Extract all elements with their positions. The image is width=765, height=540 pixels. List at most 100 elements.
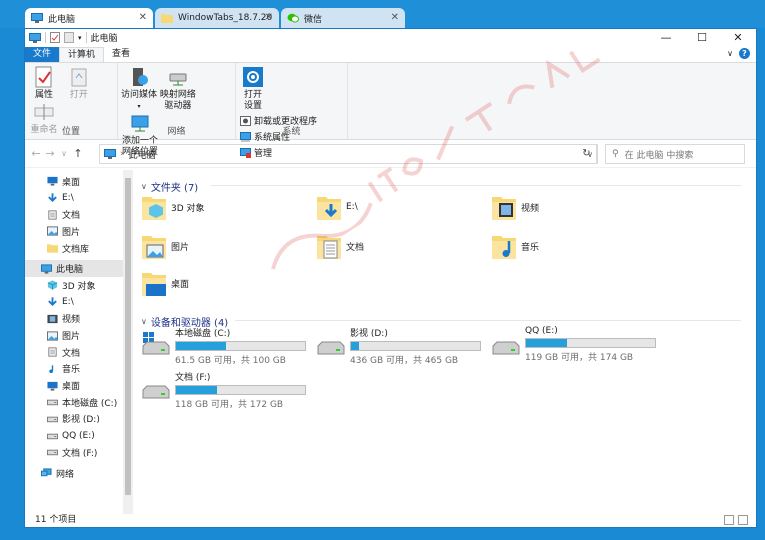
sidebar-item[interactable]: 文档 xyxy=(25,344,133,361)
sidebar-item[interactable]: 此电脑 xyxy=(25,260,133,278)
chevron-down-icon[interactable]: ∨ xyxy=(141,182,147,191)
breadcrumb[interactable]: 此电脑 xyxy=(129,148,156,161)
address-bar[interactable]: › 此电脑 ∨ xyxy=(99,144,597,164)
sidebar-item[interactable]: E:\ xyxy=(25,294,133,311)
drive-info: 影视 (D:) 436 GB 可用，共 465 GB xyxy=(350,326,481,366)
sidebar-item[interactable]: 桌面✦ xyxy=(25,173,133,190)
drive-usage-fill xyxy=(351,342,359,350)
sidebar-item[interactable]: 音乐 xyxy=(25,361,133,378)
folder-label: E:\ xyxy=(346,202,358,212)
search-input[interactable]: ⚲ 在 此电脑 中搜索 xyxy=(605,144,745,164)
close-icon[interactable]: ✕ xyxy=(139,12,147,23)
sidebar-item-label: E:\ xyxy=(62,297,74,308)
chevron-down-icon[interactable]: ∨ xyxy=(141,317,147,326)
customize-dropdown[interactable]: ▾ xyxy=(78,34,82,42)
document-icon xyxy=(47,210,58,220)
scrollbar-thumb[interactable] xyxy=(125,178,131,495)
drive-icon xyxy=(47,397,58,407)
close-button[interactable]: ✕ xyxy=(720,29,756,46)
back-button[interactable]: ← xyxy=(29,147,43,160)
map-drive-label: 映射网络 驱动器 xyxy=(159,90,196,111)
tab-wechat[interactable]: 微信 ✕ xyxy=(281,8,405,28)
sidebar-item-label: 文档库 xyxy=(62,244,90,255)
sidebar-item[interactable]: E:\✦ xyxy=(25,190,133,207)
folder-label: 3D 对象 xyxy=(171,203,205,214)
drive-item[interactable]: QQ (E:) 119 GB 可用，共 174 GB xyxy=(491,326,656,363)
drive-item[interactable]: 文档 (F:) 118 GB 可用，共 172 GB xyxy=(141,370,306,410)
sidebar-item[interactable]: 视频 xyxy=(25,311,133,328)
sidebar-item[interactable]: 文档✦ xyxy=(25,206,133,223)
sidebar-item[interactable]: 网络 xyxy=(25,465,133,482)
tab-file[interactable]: 文件 xyxy=(25,47,60,62)
open-button[interactable]: 打开 xyxy=(64,66,94,101)
folder-item[interactable]: 桌面 xyxy=(141,268,189,298)
tab-computer[interactable]: 计算机 xyxy=(59,47,105,62)
gear-icon xyxy=(243,67,263,87)
open-settings-button[interactable]: 打开 设置 xyxy=(240,66,266,112)
tab-view[interactable]: 查看 xyxy=(104,47,138,62)
help-icon[interactable]: ? xyxy=(739,48,750,59)
desktop-icon xyxy=(141,268,167,298)
sidebar-item-label: 桌面 xyxy=(62,382,81,393)
drive-usage-bar xyxy=(525,338,656,348)
folder-item[interactable]: 视频 xyxy=(491,192,539,222)
drive-item[interactable]: 本地磁盘 (C:) 61.5 GB 可用，共 100 GB xyxy=(141,326,306,366)
folder-item[interactable]: E:\ xyxy=(316,192,358,222)
sidebar-item[interactable]: 影视 (D:) xyxy=(25,411,133,428)
drive-icon xyxy=(47,447,58,457)
maximize-button[interactable]: ☐ xyxy=(684,29,720,46)
computer-icon xyxy=(31,13,43,23)
sidebar-item-label: 此电脑 xyxy=(56,265,84,276)
folder-item[interactable]: 3D 对象 xyxy=(141,192,205,222)
folder-label: 文档 xyxy=(346,242,365,253)
folder-label: 桌面 xyxy=(171,279,190,290)
up-button[interactable]: ↑ xyxy=(71,147,85,160)
folder-item[interactable]: 图片 xyxy=(141,231,189,261)
close-icon[interactable]: ✕ xyxy=(391,12,399,23)
item-count: 11 个项目 xyxy=(35,515,77,525)
tab-this-pc[interactable]: 此电脑 ✕ xyxy=(25,8,153,28)
drive-item[interactable]: 影视 (D:) 436 GB 可用，共 465 GB xyxy=(316,326,481,366)
expand-ribbon-icon[interactable]: ∨ xyxy=(727,49,733,58)
access-media-button[interactable]: 访问媒体 ▾ xyxy=(121,66,157,112)
properties-icon[interactable] xyxy=(50,32,60,43)
divider xyxy=(235,320,741,321)
sidebar-item[interactable]: 文档库✦ xyxy=(25,240,133,257)
sidebar-item[interactable]: 桌面 xyxy=(25,377,133,394)
properties-button[interactable]: 属性 xyxy=(29,66,59,101)
folder-icon xyxy=(161,14,173,23)
chevron-down-icon: ▾ xyxy=(137,103,141,110)
drive-usage-bar xyxy=(175,341,306,351)
map-drive-button[interactable]: 映射网络 驱动器 xyxy=(159,66,196,112)
drive-label: 影视 (D:) xyxy=(350,329,388,339)
tab-windowtabs[interactable]: WindowTabs_18.7.20 ✕ xyxy=(155,8,279,28)
sidebar-item[interactable]: 3D 对象 xyxy=(25,277,133,294)
close-icon[interactable]: ✕ xyxy=(265,12,273,23)
drive-icon xyxy=(47,431,58,441)
view-switcher xyxy=(724,515,748,525)
open-settings-label: 打开 设置 xyxy=(243,90,262,111)
properties-label: 属性 xyxy=(34,90,53,100)
details-view-icon[interactable] xyxy=(724,515,734,525)
sidebar-item[interactable]: QQ (E:) xyxy=(25,427,133,444)
breadcrumb-separator[interactable]: › xyxy=(120,149,124,159)
nav-scrollbar[interactable] xyxy=(123,170,133,514)
download-icon xyxy=(316,192,342,222)
sidebar-item[interactable]: 本地磁盘 (C:) xyxy=(25,394,133,411)
sidebar-item[interactable]: 图片✦ xyxy=(25,223,133,240)
recent-locations-dropdown[interactable]: ∨ xyxy=(57,149,71,158)
folder-item[interactable]: 文档 xyxy=(316,231,364,261)
minimize-button[interactable]: — xyxy=(648,29,684,46)
sidebar-item-label: E:\ xyxy=(62,193,74,204)
drive-icon xyxy=(491,332,521,358)
forward-button[interactable]: → xyxy=(43,147,57,160)
refresh-button[interactable]: ↻ xyxy=(576,144,598,164)
sidebar-item[interactable]: 文档 (F:) xyxy=(25,444,133,461)
folder-item[interactable]: 音乐 xyxy=(491,231,539,261)
new-folder-icon[interactable] xyxy=(64,32,74,43)
status-bar: 11 个项目 xyxy=(25,514,756,527)
sidebar-item[interactable]: 图片 xyxy=(25,327,133,344)
sidebar-item-label: 网络 xyxy=(56,469,75,480)
wechat-icon xyxy=(287,13,299,23)
large-icons-view-icon[interactable] xyxy=(738,515,748,525)
